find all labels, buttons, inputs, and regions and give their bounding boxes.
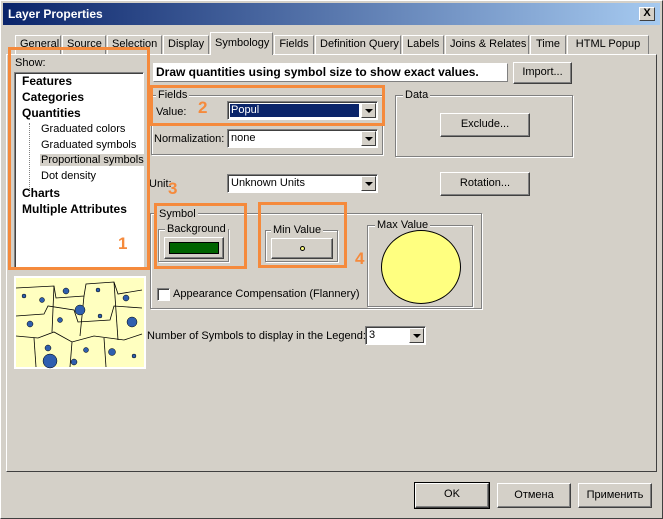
legend-count-combo-text: 3 (369, 329, 376, 341)
tab-fields[interactable]: Fields (274, 35, 314, 54)
tab-html-popup[interactable]: HTML Popup (567, 35, 649, 54)
apply-button[interactable]: Применить (578, 483, 652, 508)
annotation-box-1 (8, 47, 150, 270)
tab-display[interactable]: Display (163, 35, 209, 54)
chevron-down-icon[interactable] (409, 328, 424, 343)
description-text: Draw quantities using symbol size to sho… (153, 63, 508, 82)
tab-definition-query[interactable]: Definition Query (315, 35, 401, 54)
normalization-combo[interactable]: none (227, 129, 378, 148)
import-button[interactable]: Import... (513, 62, 572, 84)
layer-properties-window: Layer Properties X General Source Select… (0, 0, 663, 519)
tab-labels[interactable]: Labels (402, 35, 444, 54)
annotation-number-3: 3 (168, 179, 178, 198)
tab-time[interactable]: Time (530, 35, 566, 54)
tab-symbology[interactable]: Symbology (210, 32, 273, 55)
window-title: Layer Properties (3, 3, 660, 25)
data-group-label: Data (403, 89, 431, 101)
annotation-box-3 (154, 203, 247, 269)
chevron-down-icon[interactable] (361, 176, 376, 191)
annotation-number-4: 4 (355, 249, 365, 268)
unit-combo[interactable]: Unknown Units (227, 174, 378, 193)
close-button[interactable]: X (639, 7, 655, 21)
annotation-number-2: 2 (198, 98, 208, 117)
annotation-box-2 (150, 85, 385, 126)
chevron-down-icon[interactable] (361, 131, 376, 146)
normalization-combo-text: none (231, 132, 256, 144)
annotation-number-1: 1 (118, 234, 128, 253)
exclude-button[interactable]: Exclude... (440, 113, 530, 137)
preview-map-image (15, 278, 144, 369)
legend-count-combo[interactable]: 3 (365, 326, 426, 345)
rotation-button[interactable]: Rotation... (440, 172, 530, 196)
appearance-compensation-label: Appearance Compensation (Flannery) (173, 288, 360, 300)
ok-button[interactable]: OK (414, 482, 490, 509)
appearance-compensation-checkbox[interactable] (157, 288, 170, 301)
legend-count-label: Number of Symbols to display in the Lege… (147, 330, 366, 342)
normalization-label: Normalization: (154, 133, 225, 145)
unit-combo-text: Unknown Units (231, 177, 305, 189)
preview-map (14, 276, 146, 369)
tab-joins-relates[interactable]: Joins & Relates (445, 35, 529, 54)
annotation-box-4 (258, 202, 347, 268)
cancel-button[interactable]: Отмена (497, 483, 571, 508)
max-value-symbol[interactable] (381, 230, 461, 304)
